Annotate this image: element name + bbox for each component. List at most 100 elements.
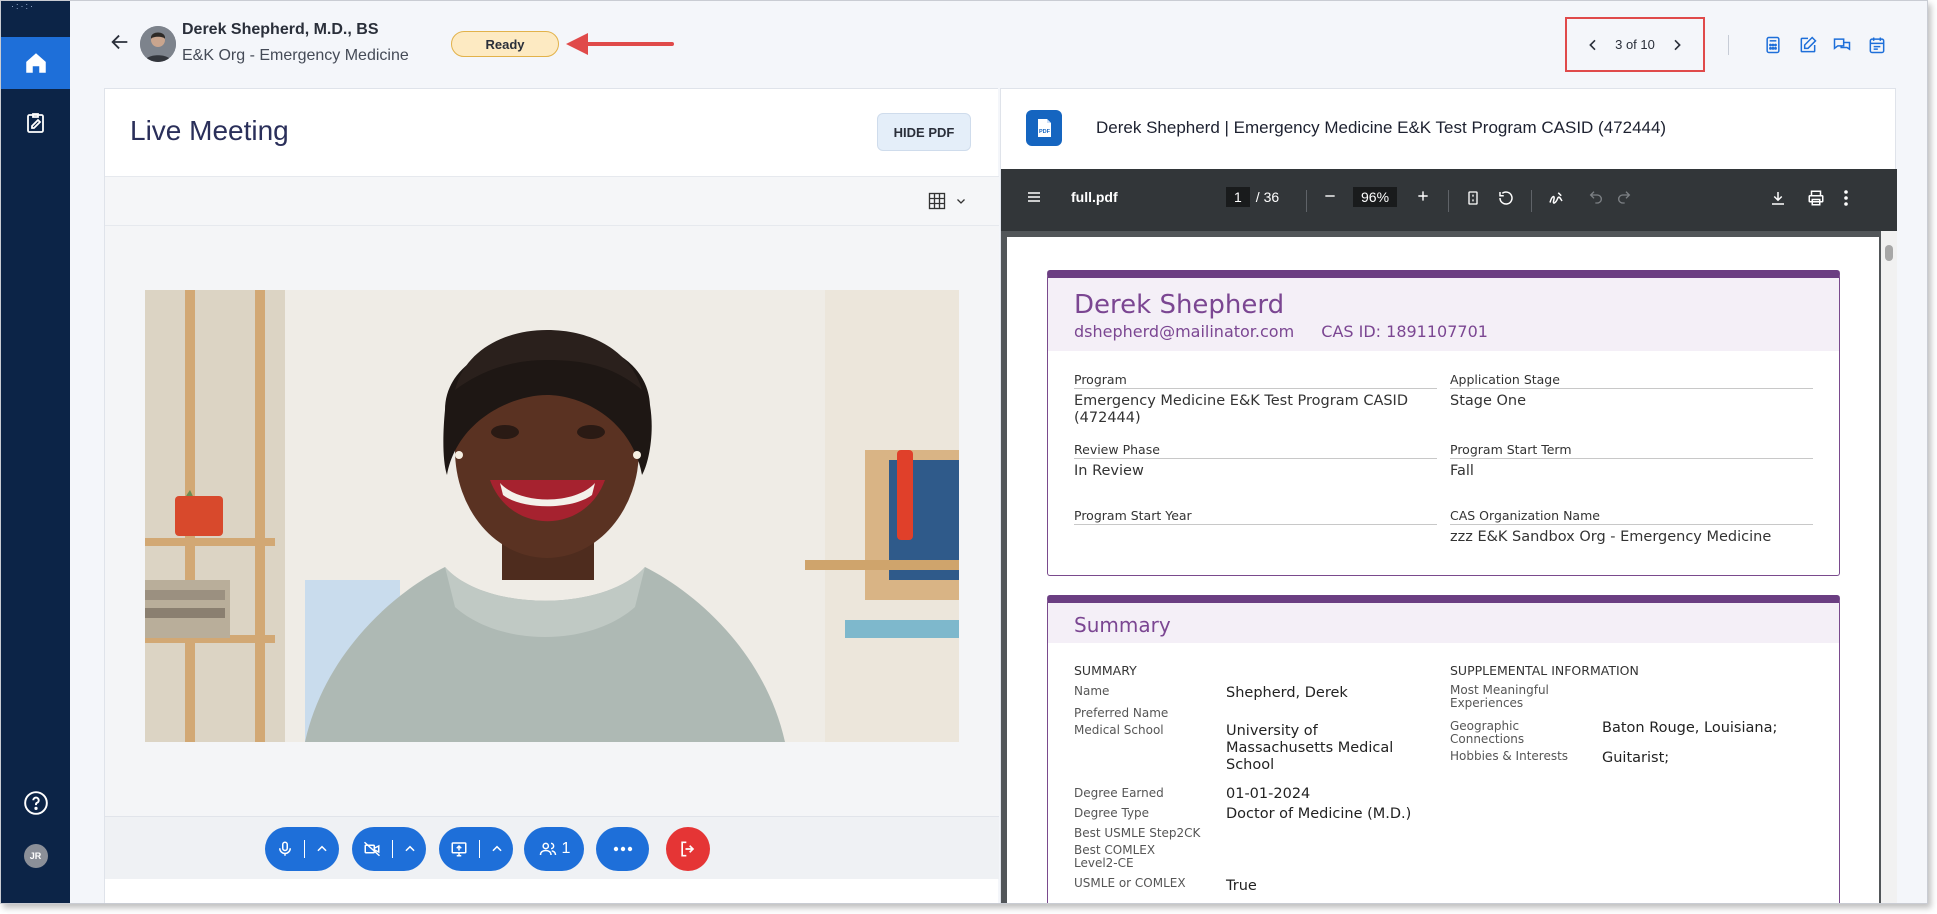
hide-pdf-button[interactable]: HIDE PDF xyxy=(877,113,971,151)
pdf-viewer[interactable]: Derek Shepherd dshepherd@mailinator.com … xyxy=(1001,231,1897,903)
comments-button[interactable] xyxy=(1831,34,1853,56)
summary-card: Summary SUMMARY SUPPLEMENTAL INFORMATION… xyxy=(1047,595,1840,903)
summary-label: Degree Type xyxy=(1074,806,1150,820)
doc-cas-id: CAS ID: 1891107701 xyxy=(1321,322,1488,341)
supplemental-label: Hobbies & Interests xyxy=(1450,749,1569,763)
supplemental-value: Baton Rouge, Louisiana; xyxy=(1602,720,1778,736)
pdf-document-title: Derek Shepherd | Emergency Medicine E&K … xyxy=(1096,118,1667,137)
scrollbar-thumb[interactable] xyxy=(1885,245,1893,261)
summary-label: Preferred Name xyxy=(1074,706,1169,720)
calendar-button[interactable] xyxy=(1866,34,1888,56)
home-nav-button[interactable] xyxy=(1,37,70,89)
home-icon xyxy=(25,53,46,73)
print-icon xyxy=(1808,190,1824,206)
more-options-button[interactable] xyxy=(596,827,649,871)
summary-label: USMLE or COMLEX xyxy=(1074,876,1186,890)
pdf-file-icon: PDF xyxy=(1026,110,1062,146)
previous-applicant-button[interactable] xyxy=(1585,37,1601,53)
minus-icon xyxy=(1325,195,1335,197)
summary-label: Name xyxy=(1074,684,1110,698)
calendar-icon xyxy=(1869,37,1885,54)
back-button[interactable] xyxy=(109,31,131,58)
field-review-phase: Review Phase In Review xyxy=(1074,442,1437,480)
annotate-button[interactable] xyxy=(1547,189,1565,207)
participant-count: 1 xyxy=(561,840,571,857)
chat-icon xyxy=(1833,38,1851,51)
download-button[interactable] xyxy=(1769,189,1787,207)
chevron-right-icon xyxy=(1674,39,1681,50)
supplemental-label: Geographic Connections xyxy=(1450,719,1525,746)
zoom-out-button[interactable] xyxy=(1323,189,1337,203)
rotate-button[interactable] xyxy=(1497,189,1515,207)
svg-text:PDF: PDF xyxy=(1039,129,1051,135)
summary-value: 01-01-2024 xyxy=(1226,786,1311,802)
chevron-up-icon xyxy=(491,845,502,852)
tasks-nav-button[interactable] xyxy=(1,105,70,141)
undo-icon xyxy=(1589,191,1602,204)
fit-page-button[interactable] xyxy=(1465,189,1481,207)
pdf-toolbar: full.pdf 1 / 36 96% xyxy=(1001,169,1897,231)
layout-toggle[interactable] xyxy=(927,191,967,211)
calculator-icon xyxy=(1766,36,1780,54)
participants-button[interactable]: 1 xyxy=(524,827,584,871)
layout-bar xyxy=(105,176,999,226)
status-badge: Ready xyxy=(451,31,559,57)
pager-label: 3 of 10 xyxy=(1615,37,1655,52)
pdf-page: Derek Shepherd dshepherd@mailinator.com … xyxy=(1007,237,1879,903)
applicant-pager: 3 of 10 xyxy=(1565,17,1705,72)
logo: ·:·:· xyxy=(11,1,35,11)
panel-title: Live Meeting xyxy=(130,115,289,146)
participant-video xyxy=(145,290,959,742)
microphone-control[interactable] xyxy=(265,827,339,871)
doc-contact-line: dshepherd@mailinator.com CAS ID: 1891107… xyxy=(1074,322,1813,341)
header: Derek Shepherd, M.D., BS E&K Org - Emerg… xyxy=(70,1,1927,87)
zoom-in-button[interactable] xyxy=(1416,189,1430,203)
redo-button[interactable] xyxy=(1616,189,1632,205)
supplemental-heading: SUPPLEMENTAL INFORMATION xyxy=(1450,663,1639,678)
chevron-up-icon xyxy=(316,845,327,852)
field-program-start-year: Program Start Year xyxy=(1074,508,1437,529)
calculator-button[interactable] xyxy=(1762,34,1784,56)
page-number-input[interactable]: 1 xyxy=(1226,187,1250,207)
page-total: / 36 xyxy=(1255,189,1280,205)
share-screen-control[interactable] xyxy=(439,827,513,871)
camera-off-icon xyxy=(363,841,380,857)
live-meeting-panel: Live Meeting HIDE PDF 1 xyxy=(104,88,999,903)
undo-button[interactable] xyxy=(1588,189,1604,205)
edit-button[interactable] xyxy=(1797,34,1819,56)
pdf-scrollbar[interactable] xyxy=(1881,231,1897,903)
microphone-icon xyxy=(278,841,291,856)
summary-value: True xyxy=(1226,878,1257,894)
summary-heading: SUMMARY xyxy=(1074,663,1137,678)
summary-value: Doctor of Medicine (M.D.) xyxy=(1226,806,1412,822)
help-icon xyxy=(23,791,48,815)
redo-icon xyxy=(1618,191,1631,204)
leave-meeting-button[interactable] xyxy=(666,827,710,871)
plus-icon xyxy=(1418,191,1428,201)
help-nav-button[interactable] xyxy=(1,788,70,818)
edit-icon xyxy=(1800,36,1817,53)
fit-page-icon xyxy=(1468,191,1478,205)
arrow-left-icon xyxy=(111,34,128,50)
more-vertical-button[interactable] xyxy=(1843,189,1849,207)
meeting-controls: 1 xyxy=(105,816,999,879)
share-screen-icon xyxy=(451,842,466,857)
print-button[interactable] xyxy=(1806,189,1826,207)
field-cas-organization: CAS Organization Name zzz E&K Sandbox Org… xyxy=(1450,508,1813,546)
supplemental-value: Guitarist; xyxy=(1602,750,1670,766)
more-vertical-icon xyxy=(1844,190,1848,206)
user-menu[interactable]: JR xyxy=(1,841,70,871)
summary-title: Summary xyxy=(1074,613,1171,637)
more-horizontal-icon xyxy=(613,846,632,852)
summary-label: Best USMLE Step2CK xyxy=(1074,826,1201,840)
applicant-card: Derek Shepherd dshepherd@mailinator.com … xyxy=(1047,270,1840,576)
summary-label: Best COMLEX Level2-CE xyxy=(1074,843,1156,870)
exit-icon xyxy=(681,841,695,857)
camera-control[interactable] xyxy=(352,827,426,871)
next-applicant-button[interactable] xyxy=(1669,37,1685,53)
clipboard-edit-icon xyxy=(26,113,44,133)
summary-label: Medical School xyxy=(1074,723,1164,737)
applicant-avatar xyxy=(140,26,176,62)
zoom-level[interactable]: 96% xyxy=(1353,187,1398,207)
pdf-menu-button[interactable] xyxy=(1026,189,1042,205)
